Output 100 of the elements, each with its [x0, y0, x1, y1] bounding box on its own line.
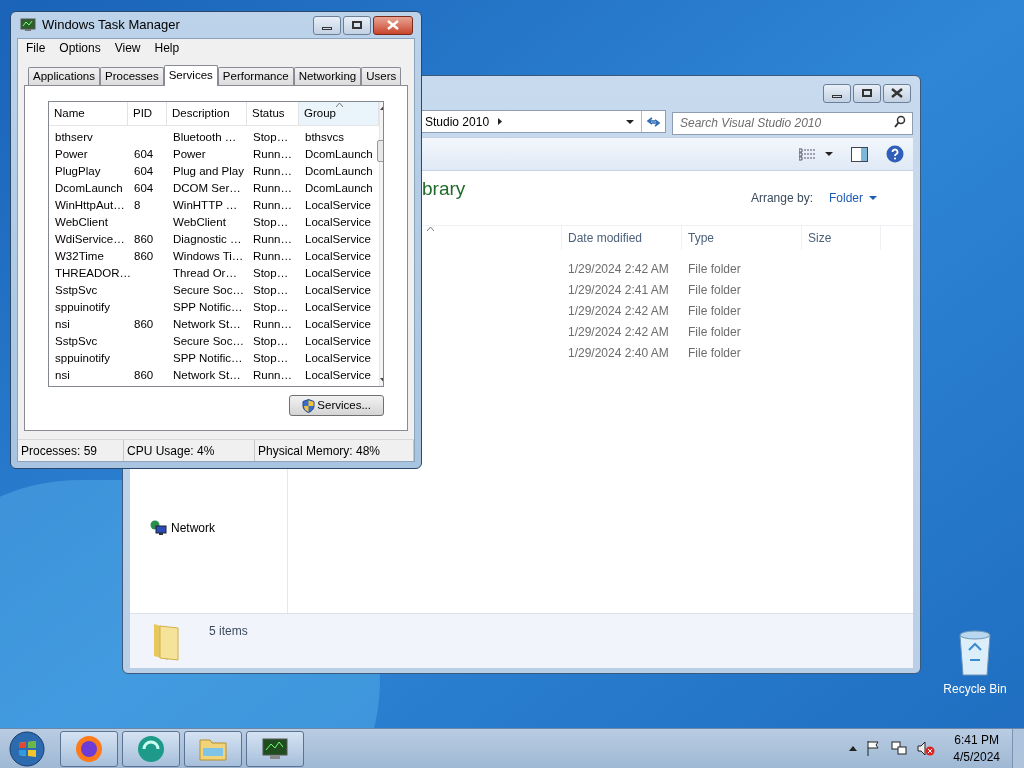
table-cell: Network St… [173, 317, 241, 330]
item-count: 5 items [209, 623, 248, 640]
close-button[interactable] [373, 15, 413, 35]
table-cell: bthserv [55, 130, 93, 143]
tab[interactable]: Performance [217, 67, 294, 85]
maximize-button[interactable] [343, 15, 371, 35]
services-button[interactable]: Services... [289, 395, 384, 416]
help-icon[interactable] [886, 145, 904, 163]
table-cell: Stop… [253, 334, 289, 347]
table-cell: 860 [134, 368, 154, 381]
close-icon [387, 20, 399, 30]
column-header[interactable]: Group [299, 102, 379, 125]
close-button[interactable] [883, 83, 911, 103]
status-text: Processes: 59 [21, 442, 98, 460]
table-cell: Runn… [253, 198, 292, 211]
table-cell: SstpSvc [55, 283, 98, 296]
folder-taskbar-button[interactable] [184, 730, 242, 767]
network-icon[interactable] [891, 741, 908, 756]
clock-time[interactable]: 6:41 PM [954, 731, 999, 749]
table-cell: WebClient [173, 215, 226, 228]
view-options-icon[interactable] [799, 147, 815, 161]
clock-date[interactable]: 4/5/2024 [953, 748, 1000, 766]
table-cell: nsi [55, 317, 70, 330]
arrange-dropdown[interactable]: Folder [829, 189, 877, 207]
column-header[interactable]: Name [49, 102, 128, 125]
table-cell: 860 [134, 317, 154, 330]
table-cell: Runn… [253, 147, 292, 160]
minimize-button[interactable] [313, 15, 341, 35]
table-cell: sppuinotify [55, 300, 110, 313]
table-cell: Power [55, 147, 88, 160]
table-cell: Thread Or… [173, 266, 237, 279]
show-hidden-icons-icon[interactable] [849, 746, 858, 751]
table-cell: Stop… [253, 300, 289, 313]
table-cell: LocalService [305, 300, 371, 313]
monitor-icon [260, 735, 290, 762]
monitor-taskbar-button[interactable] [246, 730, 304, 767]
menu-item[interactable]: Options [53, 39, 107, 57]
table-cell: WdiService… [55, 232, 125, 245]
window-title: Windows Task Manager [42, 16, 180, 35]
table-cell: LocalService [305, 351, 371, 364]
menu-item[interactable]: Help [148, 39, 186, 57]
close-icon [891, 88, 903, 98]
search-icon[interactable] [894, 115, 906, 128]
type-cell-text: File folder [688, 302, 742, 320]
table-cell: DcomLaunch [305, 147, 373, 160]
menu-item[interactable]: File [20, 39, 52, 57]
table-cell: sppuinotify [55, 351, 110, 364]
table-cell: Plug and Play [173, 164, 244, 177]
tab[interactable]: Users [361, 67, 402, 85]
desktop-icon[interactable]: Recycle Bin [940, 630, 1010, 698]
table-cell: PlugPlay [55, 164, 101, 177]
tab[interactable]: Applications [28, 67, 100, 85]
tab[interactable]: Services [163, 65, 218, 86]
maximize-button[interactable] [853, 83, 881, 103]
dropdown-icon [869, 196, 877, 200]
column-header[interactable]: PID [128, 102, 167, 125]
search-field[interactable]: Search Visual Studio 2010 [672, 111, 913, 135]
column-header[interactable]: Description [167, 102, 247, 125]
nav-item[interactable]: Network [150, 519, 287, 537]
library-title: brary [422, 177, 466, 201]
column-header[interactable]: Type [682, 226, 802, 250]
flag-icon[interactable] [867, 741, 882, 756]
tab[interactable]: Processes [100, 67, 164, 85]
table-cell: 8 [134, 198, 141, 211]
menu-item[interactable]: View [108, 39, 147, 57]
table-cell: LocalService [305, 368, 371, 381]
column-header[interactable]: Size [802, 226, 881, 250]
icon-label: Recycle Bin [943, 681, 1007, 698]
dropdown-icon[interactable] [825, 152, 833, 156]
table-cell: LocalService [305, 317, 371, 330]
start-button[interactable] [7, 730, 47, 767]
app-taskbar-button[interactable] [122, 730, 180, 767]
table-cell: nsi [55, 368, 70, 381]
browser-taskbar-button[interactable] [60, 730, 118, 767]
date-cell-text: 1/29/2024 2:41 AM [568, 281, 670, 299]
type-cell-text: File folder [688, 344, 742, 362]
arrange-by-label: Arrange by: [750, 190, 813, 207]
table-cell: DcomLaunch [55, 181, 123, 194]
table-cell: DcomLaunch [305, 164, 373, 177]
chevron-icon[interactable] [498, 118, 503, 125]
table-cell: DcomLaunch [305, 181, 373, 194]
table-cell: LocalService [305, 215, 371, 228]
table-cell: 860 [134, 249, 154, 262]
column-header[interactable]: Date modified [562, 226, 682, 250]
table-cell: LocalService [305, 283, 371, 296]
table-cell: Network St… [173, 368, 241, 381]
table-cell: THREADOR… [55, 266, 132, 279]
date-cell-text: 1/29/2024 2:42 AM [568, 323, 670, 341]
table-cell: Secure Soc… [173, 283, 244, 296]
refresh-icon [646, 115, 661, 128]
preview-pane-icon[interactable] [851, 146, 868, 162]
dropdown-icon[interactable] [626, 119, 634, 124]
table-cell: Bluetooth … [173, 130, 237, 143]
table-cell: LocalService [305, 198, 371, 211]
table-cell: Stop… [253, 351, 289, 364]
table-cell: 860 [134, 232, 154, 245]
volume-muted-icon[interactable] [917, 741, 936, 756]
table-cell: Runn… [253, 181, 292, 194]
tab[interactable]: Networking [293, 67, 362, 85]
minimize-button[interactable] [823, 83, 851, 103]
